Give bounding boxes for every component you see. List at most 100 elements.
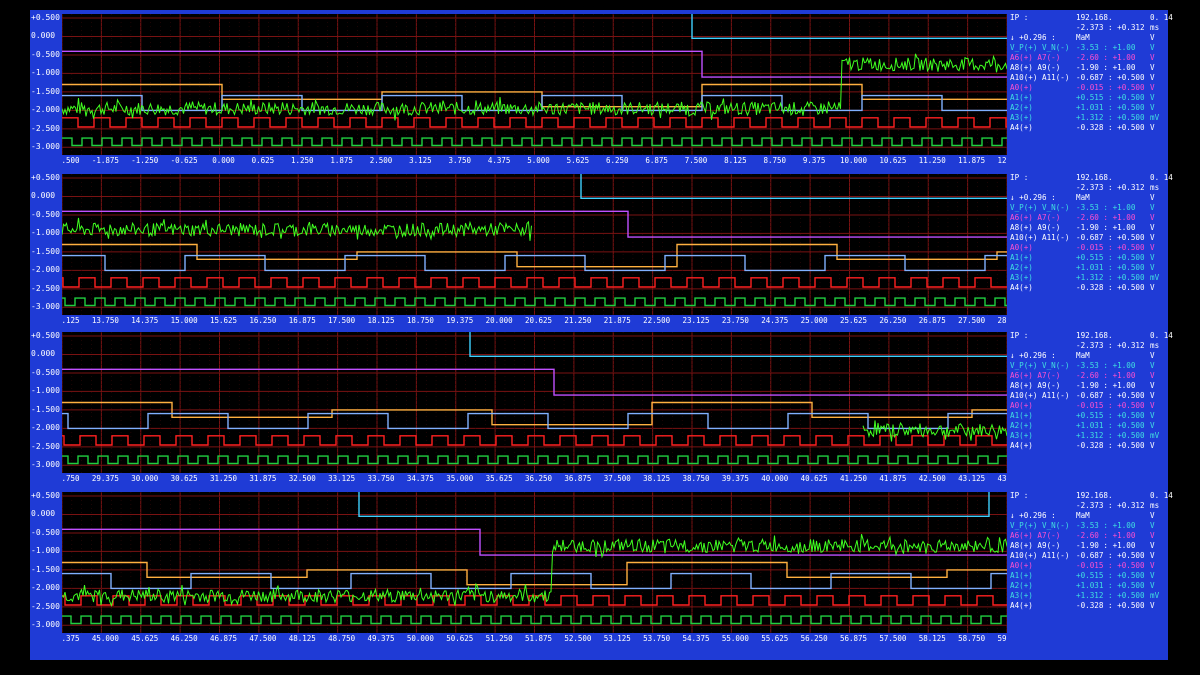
info-unit: V (1150, 103, 1155, 112)
x-tick-label: 25.000 (800, 316, 828, 325)
info-unit: mV (1150, 431, 1160, 440)
x-tick-label: 12.500 (997, 156, 1007, 165)
y-tick-label: -3.000 (31, 142, 60, 152)
x-tick-label: 31.250 (209, 474, 238, 483)
info-label: A8(+) A9(-) (1010, 223, 1061, 232)
info-label: A2(+) (1010, 263, 1033, 272)
y-tick-label: 0.000 (31, 509, 56, 519)
x-tick-label: 5.000 (527, 156, 550, 165)
x-tick-label: 21.875 (603, 316, 631, 325)
x-tick-label: 25.625 (839, 316, 868, 325)
waveform-plot[interactable] (62, 332, 1007, 473)
y-tick-label: -1.000 (31, 228, 60, 238)
x-tick-label: 40.625 (800, 474, 828, 483)
x-tick-label: 59.375 (997, 634, 1007, 643)
info-label: A2(+) (1010, 103, 1033, 112)
x-tick-label: 20.625 (524, 316, 553, 325)
x-axis-labels: 28.750 29.375 30.000 30.625 31.250 31.875 32.5… (62, 474, 1007, 484)
info-unit: V (1150, 233, 1155, 242)
waveform-plot[interactable] (62, 174, 1007, 315)
x-tick-label: 0.625 (251, 156, 275, 165)
info-value: MaM (1076, 33, 1090, 42)
waveform-plot[interactable] (62, 14, 1007, 155)
info-label: A8(+) A9(-) (1010, 63, 1061, 72)
x-tick-label: 10.000 (839, 156, 868, 165)
y-tick-label: -2.000 (31, 423, 60, 433)
info-unit: V (1150, 223, 1155, 232)
info-value: +1.312 : +0.500 (1076, 113, 1145, 122)
waveform-plot[interactable] (62, 492, 1007, 633)
y-axis-labels: +0.500 0.000 -0.500 -1.000 -1.500 -2.000 -2.50… (30, 488, 62, 633)
info-value: -0.687 : +0.500 (1076, 73, 1145, 82)
x-tick-label: 4.375 (487, 156, 511, 165)
info-value: -0.687 : +0.500 (1076, 233, 1145, 242)
x-tick-label: 48.125 (288, 634, 316, 643)
info-unit: V (1150, 193, 1155, 202)
scope-panel-3: +0.500 0.000 -0.500 -1.000 -1.500 -2.000 -2.50… (30, 328, 1173, 485)
x-tick-label: 50.625 (446, 634, 474, 643)
info-label: A2(+) (1010, 421, 1033, 430)
info-unit: V (1150, 73, 1155, 82)
info-label: IP : (1010, 13, 1029, 22)
info-value: -2.373 : +0.312 (1076, 341, 1145, 350)
info-unit: V (1150, 93, 1155, 102)
x-tick-label: 18.750 (406, 316, 434, 325)
x-tick-label: 56.250 (800, 634, 828, 643)
info-unit: V (1150, 401, 1155, 410)
info-unit: V (1150, 351, 1155, 360)
info-unit: V (1150, 381, 1155, 390)
info-unit: V (1150, 63, 1155, 72)
y-axis-labels: +0.500 0.000 -0.500 -1.000 -1.500 -2.000 -2.50… (30, 170, 62, 315)
info-value: -2.373 : +0.312 (1076, 183, 1145, 192)
info-value: 192.168. (1076, 13, 1113, 22)
x-tick-label: 14.375 (131, 316, 159, 325)
x-tick-label: 43.125 (958, 474, 986, 483)
y-axis-labels: +0.500 0.000 -0.500 -1.000 -1.500 -2.000 -2.50… (30, 328, 62, 473)
channel-info-panel: IP : 192.168. 0. 14 -2.373 : +0.312 ms ↓ +0.2… (1008, 170, 1173, 326)
y-tick-label: -1.500 (31, 246, 60, 256)
info-value: -2.60 : +1.00 (1076, 53, 1136, 62)
x-tick-label: 53.125 (603, 634, 631, 643)
info-unit: V (1150, 243, 1155, 252)
info-value: -0.328 : +0.500 (1076, 283, 1145, 292)
info-value: -0.687 : +0.500 (1076, 551, 1145, 560)
info-unit: 0. 14 (1150, 13, 1173, 22)
info-value: -2.60 : +1.00 (1076, 213, 1136, 222)
y-tick-label: 0.000 (31, 191, 56, 201)
info-value: 192.168. (1076, 491, 1113, 500)
info-unit: V (1150, 283, 1155, 292)
info-value: +0.515 : +0.500 (1076, 571, 1145, 580)
x-tick-label: 3.750 (448, 156, 472, 165)
x-tick-label: 46.875 (209, 634, 238, 643)
y-tick-label: -2.000 (31, 105, 60, 115)
y-tick-label: 0.000 (31, 31, 56, 41)
x-tick-label: 53.750 (643, 634, 671, 643)
x-tick-label: 55.625 (761, 634, 789, 643)
info-label: A3(+) (1010, 273, 1033, 282)
info-unit: V (1150, 371, 1155, 380)
x-tick-label: 27.500 (958, 316, 986, 325)
x-tick-label: 20.000 (485, 316, 513, 325)
x-tick-label: 8.125 (724, 156, 747, 165)
info-unit: V (1150, 33, 1155, 42)
info-unit: V (1150, 441, 1155, 450)
x-tick-label: 33.750 (367, 474, 395, 483)
info-label: V_P(+) V_N(-) (1010, 361, 1070, 370)
info-unit: V (1150, 253, 1155, 262)
y-axis-labels: +0.500 0.000 -0.500 -1.000 -1.500 -2.000 -2.50… (30, 10, 62, 155)
x-tick-label: 44.375 (62, 634, 80, 643)
x-tick-label: 15.000 (170, 316, 198, 325)
x-tick-label: 26.875 (918, 316, 946, 325)
info-value: 192.168. (1076, 173, 1113, 182)
info-value: -0.328 : +0.500 (1076, 601, 1145, 610)
info-unit: V (1150, 43, 1155, 52)
info-value: +0.515 : +0.500 (1076, 93, 1145, 102)
info-value: -2.373 : +0.312 (1076, 501, 1145, 510)
x-tick-label: 29.375 (91, 474, 119, 483)
info-value: -3.53 : +1.00 (1076, 521, 1136, 530)
info-value: +1.312 : +0.500 (1076, 431, 1145, 440)
x-tick-label: 15.625 (209, 316, 238, 325)
y-tick-label: -2.500 (31, 601, 60, 611)
info-unit: 0. 14 (1150, 173, 1173, 182)
info-label: IP : (1010, 491, 1029, 500)
